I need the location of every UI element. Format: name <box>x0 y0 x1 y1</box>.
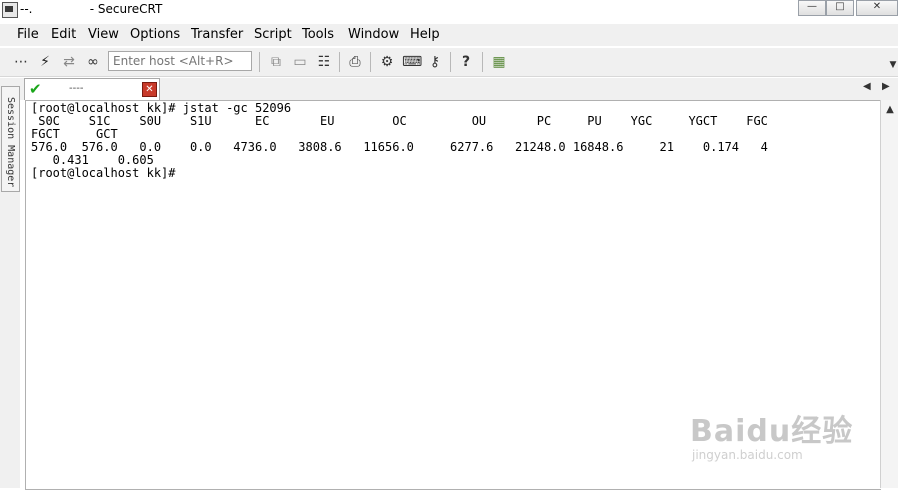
terminal-output: [root@localhost kk]# jstat -gc 52096 S0C… <box>26 101 881 181</box>
minimize-button[interactable]: — <box>798 0 826 16</box>
find-icon[interactable]: ☷ <box>315 53 333 71</box>
maximize-button[interactable]: □ <box>826 0 854 16</box>
toolbar-separator <box>370 52 371 72</box>
toolbar-separator <box>339 52 340 72</box>
menu-window[interactable]: Window <box>348 27 399 42</box>
session-tab-label: ---- <box>69 83 84 94</box>
session-manager-sidebar: Session Manager <box>0 78 20 488</box>
tab-scroll-right-icon[interactable]: ▶ <box>882 81 890 92</box>
menu-file[interactable]: File <box>17 27 39 42</box>
disconnect-icon[interactable]: ∞ <box>84 53 102 71</box>
close-button[interactable]: ✕ <box>856 0 898 16</box>
menu-help[interactable]: Help <box>410 27 440 42</box>
toolbar: ⋯ ⚡ ⇄ ∞ ⧉ ▭ ☷ ⎙ ⚙ ⌨ ⚷ ? ▦ ▼ <box>0 48 898 77</box>
connect-bar-icon[interactable]: ⋯ <box>12 53 30 71</box>
quick-connect-icon[interactable]: ⚡ <box>36 53 54 71</box>
window-title: --. - SecureCRT <box>20 2 163 16</box>
terminal-line: S0C S1C S0U S1U EC EU OC OU PC PU YGC YG… <box>31 114 768 128</box>
watermark-url: jingyan.baidu.com <box>692 448 803 462</box>
terminal-line: FGCT GCT <box>31 127 118 141</box>
enter-host-input[interactable] <box>108 51 252 71</box>
menu-script[interactable]: Script <box>254 27 292 42</box>
settings-icon[interactable]: ⚙ <box>378 53 396 71</box>
print-icon[interactable]: ⎙ <box>346 53 364 71</box>
terminal-line: [root@localhost kk]# jstat -gc 52096 <box>31 101 292 115</box>
menu-transfer[interactable]: Transfer <box>191 27 243 42</box>
key-icon[interactable]: ⚷ <box>426 53 444 71</box>
watermark-logo: Baidu经验 <box>690 414 854 449</box>
terminal-line: 0.431 0.605 <box>31 153 154 167</box>
sftp-icon[interactable]: ▦ <box>490 53 508 71</box>
menu-view[interactable]: View <box>88 27 119 42</box>
baidu-watermark: Baidu经验 jingyan.baidu.com <box>690 392 880 472</box>
session-manager-label: Session Manager <box>5 97 16 188</box>
help-icon[interactable]: ? <box>457 53 475 71</box>
reconnect-icon[interactable]: ⇄ <box>60 53 78 71</box>
menu-bar: File Edit View Options Transfer Script T… <box>0 24 898 46</box>
session-tab[interactable]: ✔ ---- ✕ <box>24 78 160 100</box>
paste-icon[interactable]: ▭ <box>291 53 309 71</box>
toolbar-overflow-icon[interactable]: ▼ <box>884 56 898 74</box>
toolbar-separator <box>259 52 260 72</box>
terminal-line: 576.0 576.0 0.0 0.0 4736.0 3808.6 11656.… <box>31 140 768 154</box>
menu-edit[interactable]: Edit <box>51 27 76 42</box>
securecrt-app-icon[interactable] <box>2 2 18 18</box>
tab-close-icon[interactable]: ✕ <box>142 82 157 97</box>
menu-options[interactable]: Options <box>130 27 180 42</box>
copy-icon[interactable]: ⧉ <box>267 53 285 71</box>
keymap-icon[interactable]: ⌨ <box>402 53 422 71</box>
terminal-line: [root@localhost kk]# <box>31 166 176 180</box>
session-tab-strip: ✔ ---- ✕ ◀ ▶ <box>20 78 898 100</box>
menu-tools[interactable]: Tools <box>302 27 334 42</box>
toolbar-separator <box>450 52 451 72</box>
toolbar-separator <box>482 52 483 72</box>
session-manager-tab[interactable]: Session Manager <box>1 86 20 192</box>
tab-scroll-left-icon[interactable]: ◀ <box>863 81 871 92</box>
connected-check-icon: ✔ <box>29 80 42 98</box>
title-bar: --. - SecureCRT — □ ✕ <box>0 0 898 22</box>
terminal-scrollbar[interactable]: ▲ <box>880 100 898 488</box>
scroll-up-icon[interactable]: ▲ <box>881 102 898 118</box>
